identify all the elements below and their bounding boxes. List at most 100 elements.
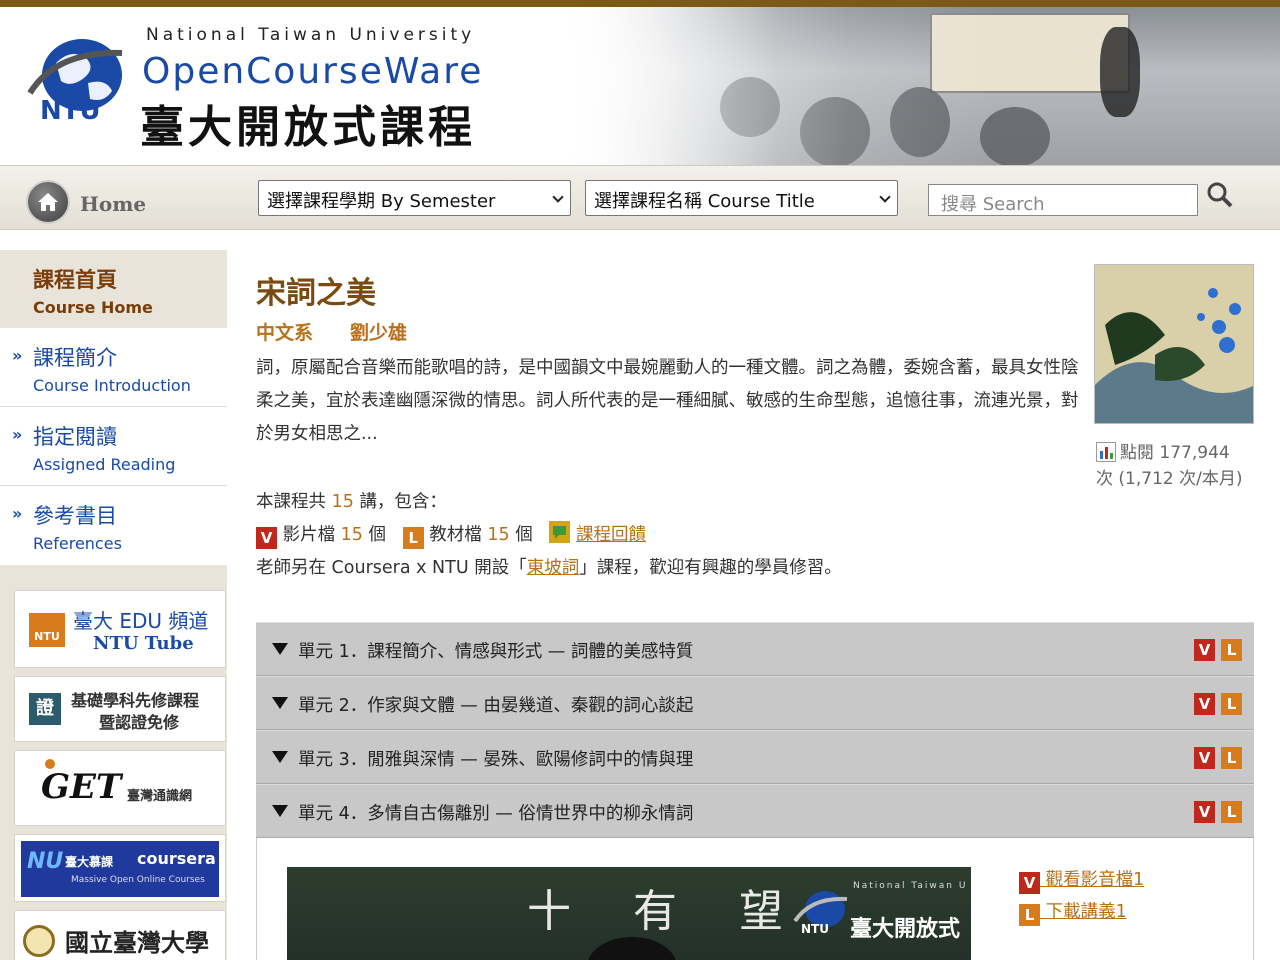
basic-courses-line1: 基礎學科先修課程 [71, 691, 200, 710]
ntu-tube-banner[interactable]: NTU 臺大 EDU 頻道 NTU Tube [14, 590, 226, 668]
bar-chart-icon [1096, 442, 1116, 462]
video-player[interactable]: 十 有 望 NTU National Taiwan U 臺大開放式 [287, 867, 971, 960]
coursera-course-link[interactable]: 東坡詞 [527, 558, 580, 578]
expand-triangle-icon [272, 751, 288, 763]
coursera-note-suffix: 」課程，歡迎有興趣的學員修習。 [579, 558, 842, 578]
course-description: 詞，原屬配合音樂而能歌唱的詩，是中國韻文中最婉麗動人的一種文體。詞之為體，委婉含… [256, 358, 1079, 444]
coursera-zh: 臺大慕課 [65, 855, 114, 869]
course-thumbnail [1094, 264, 1254, 424]
lecture-icon: L [402, 527, 424, 549]
ntu-tube-subtitle: NTU Tube [93, 633, 194, 654]
coursera-sub: Massive Open Online Courses [71, 875, 205, 885]
course-feedback-link[interactable]: 課程回饋 [576, 525, 646, 545]
header-photo [560, 7, 1280, 165]
summary-count: 15 [331, 492, 354, 512]
video-icon[interactable]: V [1194, 693, 1215, 715]
get-taiwan-banner[interactable]: GET 臺灣通識網 [14, 750, 226, 826]
sidebar-item-sublabel: Course Home [33, 298, 153, 317]
ntu-globe-logo-icon: NTU [27, 39, 123, 123]
view-count: 點閱 177,944 次 (1,712 次/本月) [1096, 440, 1256, 492]
sidebar-item-course-home[interactable]: 課程首頁 Course Home [0, 250, 227, 328]
video-icon: V [1019, 872, 1040, 894]
get-logo: GET [41, 767, 122, 807]
brand-english-line2: OpenCourseWare [142, 51, 484, 92]
course-department: 中文系 [256, 322, 314, 344]
watch-video-label: 觀看影音檔1 [1045, 870, 1145, 890]
semester-select-value: 選擇課程學期 By Semester [267, 191, 496, 212]
views-label: 點閱 [1120, 443, 1154, 463]
ntu-seal-icon [23, 925, 55, 957]
speech-bubble-icon [549, 521, 571, 543]
download-lecture-link[interactable]: L 下載講義1 [1019, 898, 1127, 926]
chalk-writing: 十 有 望 [527, 886, 807, 937]
certificate-icon: 證 [29, 693, 61, 725]
lecture-icon: L [1019, 904, 1040, 926]
sidebar-item-sublabel: Course Introduction [33, 376, 191, 395]
video-icon[interactable]: V [1194, 639, 1215, 661]
expand-triangle-icon [272, 697, 288, 709]
unit-title: 單元 3．閒雅與深情 — 晏殊、歐陽修詞中的情與理 [298, 750, 694, 770]
site-header: NTU National Taiwan University OpenCours… [0, 7, 1280, 165]
ink-painting-icon [1095, 265, 1253, 423]
coursera-note-prefix: 老師另在 Coursera x NTU 開設「 [256, 558, 527, 578]
watch-video-link[interactable]: V 觀看影音檔1 [1019, 866, 1144, 894]
unit-row[interactable]: 單元 4．多情自古傷離別 — 俗情世界中的柳永情詞 VL [256, 784, 1254, 838]
sidebar-banners: NTU 臺大 EDU 頻道 NTU Tube 證 基礎學科先修課程 暨認證免修 … [0, 565, 227, 960]
unit-title: 單元 1．課程簡介、情感與形式 — 詞體的美感特質 [298, 642, 694, 662]
brand-chinese-title: 臺大開放式課程 [140, 102, 476, 153]
lecture-icon[interactable]: L [1221, 693, 1242, 715]
basic-courses-banner[interactable]: 證 基礎學科先修課程 暨認證免修 [14, 676, 226, 742]
bullet-icon: » [12, 425, 23, 444]
search-input[interactable]: 搜尋 Search [928, 184, 1198, 216]
sidebar-item-assigned-reading[interactable]: » 指定閱讀 Assigned Reading [0, 407, 227, 486]
sidebar-item-references[interactable]: » 參考書目 References [0, 486, 227, 565]
lecture-icon[interactable]: L [1221, 747, 1242, 769]
coursera-banner-bg: NU 臺大慕課 coursera Massive Open Online Cou… [21, 841, 219, 897]
basic-courses-line2: 暨認證免修 [99, 713, 180, 732]
lecture-label: 教材檔 [429, 525, 482, 545]
lecture-icon[interactable]: L [1221, 801, 1242, 823]
sidebar: 課程首頁 Course Home » 課程簡介 Course Introduct… [0, 250, 227, 565]
ntu-coursera-banner[interactable]: NU 臺大慕課 coursera Massive Open Online Cou… [14, 834, 226, 902]
lecture-count: 15 [487, 525, 510, 545]
photo-fade [560, 7, 1280, 165]
sidebar-item-sublabel: Assigned Reading [33, 455, 176, 474]
unit-row[interactable]: 單元 3．閒雅與深情 — 晏殊、歐陽修詞中的情與理 VL [256, 730, 1254, 784]
course-select-value: 選擇課程名稱 Course Title [594, 191, 815, 212]
summary-suffix: 講，包含： [359, 492, 447, 512]
brand-english-line1: National Taiwan University [146, 25, 476, 45]
video-icon[interactable]: V [1194, 747, 1215, 769]
sidebar-item-label: 課程簡介 [33, 346, 117, 370]
views-unit: 次 [1096, 469, 1113, 489]
chevron-down-icon [879, 191, 891, 203]
lecture-icon[interactable]: L [1221, 639, 1242, 661]
svg-text:NTU: NTU [801, 922, 829, 935]
summary-prefix: 本課程共 [256, 492, 326, 512]
ntu-tube-logo-icon: NTU [29, 613, 65, 647]
views-month: (1,712 次/本月) [1118, 469, 1243, 489]
sidebar-item-course-introduction[interactable]: » 課程簡介 Course Introduction [0, 328, 227, 407]
ntu-banner[interactable]: 國立臺灣大學 [14, 910, 226, 960]
ntu-tube-title: 臺大 EDU 頻道 [73, 609, 209, 633]
course-teacher: 劉少雄 [350, 322, 408, 344]
home-link[interactable]: Home [80, 192, 146, 216]
unit-row[interactable]: 單元 1．課程簡介、情感與形式 — 詞體的美感特質 VL [256, 622, 1254, 676]
course-title-select[interactable]: 選擇課程名稱 Course Title [585, 180, 898, 216]
chevron-down-icon [552, 191, 564, 203]
course-summary: 本課程共 15 講，包含： [256, 488, 447, 513]
course-title: 宋詞之美 [256, 276, 376, 311]
coursera-brand: coursera [137, 849, 216, 868]
video-label: 影片檔 [282, 525, 336, 545]
search-icon[interactable] [1205, 180, 1235, 210]
expand-triangle-icon [272, 643, 288, 655]
semester-select[interactable]: 選擇課程學期 By Semester [258, 180, 571, 216]
video-icon[interactable]: V [1194, 801, 1215, 823]
get-logo-dot-icon [45, 759, 55, 769]
unit-row[interactable]: 單元 2．作家與文體 — 由晏幾道、秦觀的詞心談起 VL [256, 676, 1254, 730]
home-icon[interactable] [26, 180, 70, 224]
video-unit: 個 [368, 525, 387, 545]
bullet-icon: » [12, 346, 23, 365]
download-lecture-label: 下載講義1 [1045, 902, 1127, 922]
video-logo-english: National Taiwan U [853, 881, 968, 891]
views-value: 177,944 [1159, 443, 1230, 463]
